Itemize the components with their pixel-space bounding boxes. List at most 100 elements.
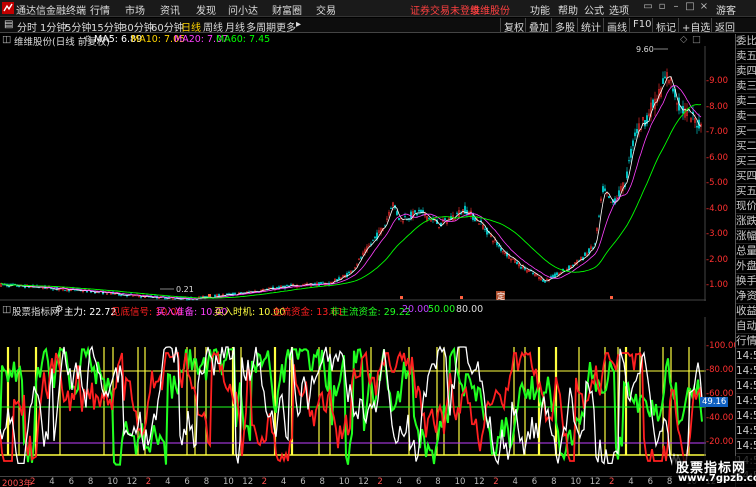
settings-icon[interactable]: ⚙ xyxy=(55,304,64,315)
layout-icon[interactable]: ▫ xyxy=(656,1,668,15)
menu-shichang[interactable]: 市场 xyxy=(125,2,145,17)
event-marker[interactable]: 定 xyxy=(497,291,505,301)
sidebar-item[interactable]: 净资 xyxy=(736,289,756,304)
sidebar-item[interactable]: 总量 xyxy=(736,244,756,259)
candle-body xyxy=(636,129,638,134)
grid-icon[interactable]: ▤ xyxy=(4,19,13,30)
sidebar-item[interactable]: 自动 xyxy=(736,319,756,334)
sidebar-item[interactable]: 涨跌 xyxy=(736,214,756,229)
date-label: 10 xyxy=(454,477,466,487)
settings-icon[interactable]: ⚙ xyxy=(84,34,93,45)
tab-60min[interactable]: 60分钟 xyxy=(151,19,184,34)
sidebar-item[interactable]: 买一 xyxy=(736,124,756,139)
tab-15min[interactable]: 15分钟 xyxy=(91,19,124,34)
more-chevron-icon[interactable]: ▸ xyxy=(296,19,301,30)
sidebar-item[interactable]: 买二 xyxy=(736,139,756,154)
sidebar-item[interactable]: 卖一 xyxy=(736,109,756,124)
date-label: 10 xyxy=(107,477,119,487)
sidebar-item[interactable]: 14:5 xyxy=(736,379,756,394)
tab-1min[interactable]: 1分钟 xyxy=(40,19,66,34)
menu-gongshi[interactable]: 公式 xyxy=(584,2,604,17)
sidebar-item[interactable]: 卖三 xyxy=(736,79,756,94)
mark-button[interactable]: 标记 xyxy=(652,18,679,34)
menu-xuanxiang[interactable]: 选项 xyxy=(609,2,629,17)
kline-y-tick: -8.00 xyxy=(706,101,728,112)
sidebar-item[interactable]: 买四 xyxy=(736,169,756,184)
sidebar-item[interactable]: 14:5 xyxy=(736,409,756,424)
candle-body xyxy=(630,148,632,158)
sidebar-item[interactable]: 14:5 xyxy=(736,349,756,364)
maximize-icon[interactable]: □ xyxy=(684,1,696,15)
sidebar-item[interactable]: 14:5 xyxy=(736,424,756,439)
sidebar-item[interactable]: 14:5 xyxy=(736,364,756,379)
menu-hangqing[interactable]: 行情 xyxy=(90,2,110,17)
sidebar-item[interactable]: 外盘 xyxy=(736,259,756,274)
menu-wenxiaoda[interactable]: 问小达 xyxy=(228,2,258,17)
candle-body xyxy=(418,209,420,212)
stats-button[interactable]: 统计 xyxy=(577,18,604,34)
minimize-icon[interactable]: – xyxy=(670,1,682,15)
sidebar-item[interactable]: 14:5 xyxy=(736,439,756,454)
tab-more[interactable]: 更多 xyxy=(276,19,296,34)
menu-faxian[interactable]: 发现 xyxy=(196,2,216,17)
date-label: 2 xyxy=(30,477,36,487)
tab-daily[interactable]: 日线 xyxy=(181,19,201,34)
indicator-chart[interactable] xyxy=(0,317,706,476)
guest-label[interactable]: 游客 xyxy=(716,2,736,17)
sidebar-item[interactable]: 现价 xyxy=(736,199,756,214)
multi-stock-button[interactable]: 多股 xyxy=(551,18,578,34)
info-mine-marker[interactable] xyxy=(400,296,403,299)
menu-bangzhu[interactable]: 帮助 xyxy=(558,2,578,17)
info-mine-marker[interactable] xyxy=(460,296,463,299)
date-label: 4 xyxy=(628,477,634,487)
level-80: 80.00 xyxy=(456,304,484,315)
tab-fenshi[interactable]: 分时 xyxy=(17,19,37,34)
candle-body xyxy=(414,210,416,213)
menu-gongneng[interactable]: 功能 xyxy=(530,2,550,17)
sidebar-item[interactable]: 14:5 xyxy=(736,394,756,409)
collapse-icon[interactable]: □ xyxy=(692,34,701,45)
sidebar-item[interactable]: 买五 xyxy=(736,184,756,199)
sidebar-item[interactable]: 卖五 xyxy=(736,49,756,64)
kline-chart[interactable]: 9.60 0.21 定 xyxy=(0,46,706,301)
sidebar-item[interactable]: 行情 xyxy=(736,334,756,349)
candle-body xyxy=(396,211,398,215)
sidebar-item[interactable]: 涨幅 xyxy=(736,229,756,244)
indicator-panel-icon[interactable]: ◫ xyxy=(2,304,11,315)
f10-button[interactable]: F10 xyxy=(629,18,654,32)
sidebar-item[interactable]: 换手 xyxy=(736,274,756,289)
info-mine-marker[interactable] xyxy=(208,294,211,297)
sidebar-item[interactable]: 卖四 xyxy=(736,64,756,79)
indicator-name: 股票指标网 xyxy=(12,307,60,318)
menu-zixun[interactable]: 资讯 xyxy=(160,2,180,17)
tab-monthly[interactable]: 月线 xyxy=(225,19,245,34)
date-label: 6 xyxy=(68,477,75,487)
restore-icon[interactable]: ▭ xyxy=(642,1,654,15)
tab-multi-period[interactable]: 多周期 xyxy=(246,19,276,34)
tab-weekly[interactable]: 周线 xyxy=(203,19,223,34)
sidebar-item[interactable]: 收益 xyxy=(736,304,756,319)
back-button[interactable]: 返回 xyxy=(711,18,738,34)
menu-jiaoyi[interactable]: 交易 xyxy=(316,2,336,17)
close-icon[interactable]: × xyxy=(698,1,710,15)
info-mine-marker[interactable] xyxy=(610,296,613,299)
overlay-button[interactable]: 叠加 xyxy=(525,18,552,34)
panel-icon[interactable]: ◫ xyxy=(2,34,11,45)
menu-caifuquan[interactable]: 财富圈 xyxy=(272,2,302,17)
candle-body xyxy=(516,262,518,265)
sidebar-item[interactable]: 卖二 xyxy=(736,94,756,109)
draw-line-button[interactable]: 画线 xyxy=(603,18,630,34)
date-label: 12 xyxy=(589,477,601,487)
fuquan-button[interactable]: 复权 xyxy=(500,18,527,34)
sidebar-item[interactable]: 委比 xyxy=(736,34,756,49)
candle-body xyxy=(240,292,242,294)
candle-body xyxy=(604,188,606,191)
candle-body xyxy=(628,160,630,162)
tab-30min[interactable]: 30分钟 xyxy=(121,19,154,34)
add-favorite-button[interactable]: +自选 xyxy=(678,18,713,34)
tab-5min[interactable]: 5分钟 xyxy=(65,19,91,34)
date-label: 4 xyxy=(396,477,403,487)
expand-icon[interactable]: ◇ xyxy=(680,34,687,45)
kline-y-tick: -2.00 xyxy=(706,254,728,265)
sidebar-item[interactable]: 买三 xyxy=(736,154,756,169)
